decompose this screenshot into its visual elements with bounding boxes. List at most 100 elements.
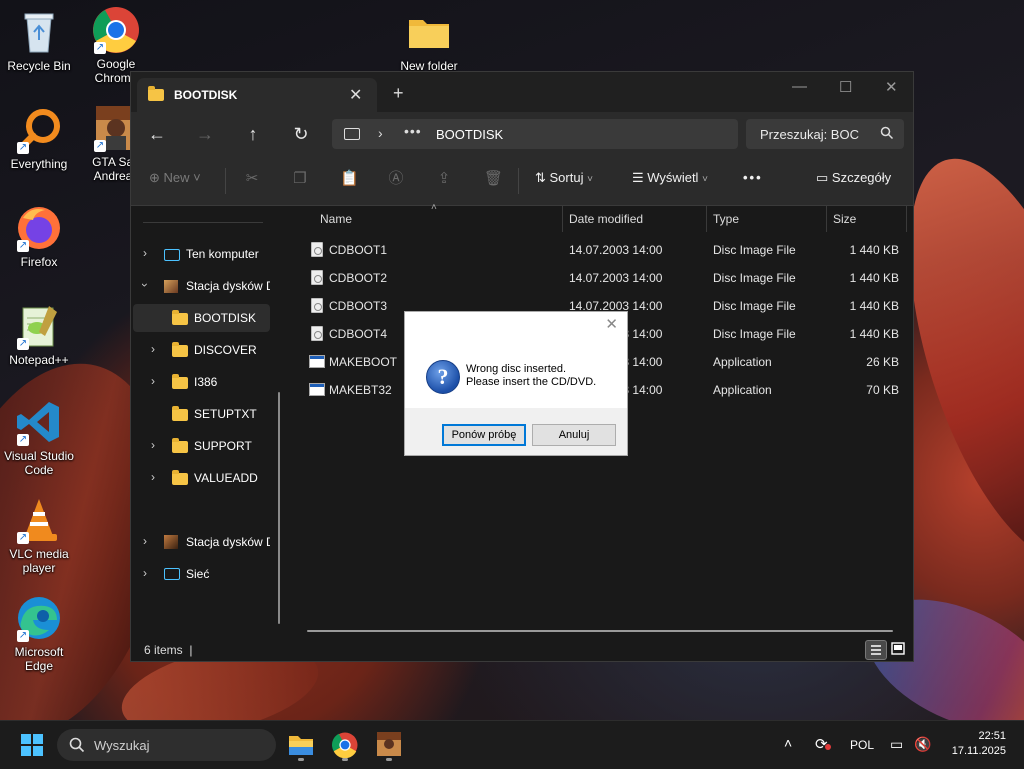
rename-icon[interactable]: Ⓐ	[388, 171, 404, 187]
disc-image-icon	[311, 326, 323, 341]
chevron-right-icon[interactable]: ›	[151, 374, 155, 388]
cancel-button[interactable]: Anuluj	[532, 424, 616, 446]
up-button[interactable]: ↑	[240, 122, 266, 146]
desktop-icon-vlc[interactable]: ↗ VLC media player	[1, 496, 77, 575]
clock-time: 22:51	[978, 730, 1006, 742]
notepadpp-icon: ↗	[15, 302, 63, 350]
forward-button[interactable]: →	[192, 122, 218, 146]
details-view-button[interactable]	[865, 640, 887, 660]
close-window-button[interactable]: ✕	[885, 78, 898, 96]
column-header-type[interactable]: Type	[713, 212, 739, 226]
tab-bootdisk[interactable]: BOOTDISK ✕	[137, 78, 377, 112]
taskbar-chrome[interactable]	[330, 730, 360, 760]
column-header-name[interactable]: Name	[320, 212, 352, 226]
taskbar-file-explorer[interactable]	[286, 730, 316, 760]
desktop-icon-recycle-bin[interactable]: Recycle Bin	[1, 8, 77, 73]
sidebar-item-valueadd[interactable]: › VALUEADD	[133, 464, 270, 492]
folder-icon	[148, 86, 164, 101]
sidebar-label: Ten komputer	[186, 247, 259, 261]
desktop-icon-vscode[interactable]: ↗ Visual Studio Code	[1, 398, 77, 477]
desktop-icon-everything[interactable]: ↗ Everything	[1, 106, 77, 171]
folder-icon	[405, 8, 453, 56]
search-placeholder: Przeszukaj: BOC	[760, 127, 859, 142]
folder-icon	[172, 406, 188, 421]
show-hidden-icons-chevron-up-icon[interactable]: ˄	[784, 735, 792, 751]
taskbar-gta[interactable]	[375, 730, 405, 760]
chevron-right-icon[interactable]: ›	[143, 534, 147, 548]
view-label: Wyświetl	[647, 170, 699, 185]
chevron-right-icon[interactable]: ›	[151, 470, 155, 484]
sidebar-item-i386[interactable]: › I386	[133, 368, 270, 396]
copy-icon[interactable]: ❐	[292, 171, 308, 187]
file-name: MAKEBOOT	[329, 355, 398, 369]
more-path-icon[interactable]: •••	[404, 123, 422, 139]
folder-icon	[172, 470, 188, 485]
back-button[interactable]: ←	[144, 122, 170, 146]
share-icon[interactable]: ⇪	[436, 171, 452, 187]
chevron-right-icon[interactable]: ›	[151, 342, 155, 356]
clock[interactable]: 22:51 17.11.2025	[944, 729, 1006, 759]
sidebar-label: SUPPORT	[194, 439, 252, 453]
clock-date: 17.11.2025	[951, 745, 1006, 757]
sync-status-icon[interactable]: ⟳	[815, 735, 831, 753]
tiles-view-icon	[891, 642, 905, 655]
sidebar-item-this-pc[interactable]: › Ten komputer	[133, 240, 270, 268]
horizontal-scrollbar[interactable]	[307, 630, 893, 632]
details-button[interactable]: ▭ Szczegóły	[816, 170, 891, 186]
file-row[interactable]: CDBOOT2 14.07.2003 14:00 Disc Image File…	[289, 264, 909, 292]
running-indicator	[386, 758, 392, 761]
desktop-icon-edge[interactable]: ↗ Microsoft Edge	[1, 594, 77, 673]
file-date: 14.07.2003 14:00	[569, 243, 663, 257]
desktop-icon-new-folder[interactable]: New folder	[391, 8, 467, 73]
column-header-size[interactable]: Size	[833, 212, 856, 226]
volume-muted-icon[interactable]: 🔇	[914, 736, 931, 753]
sidebar-item-drive-d[interactable]: › Stacja dysków D	[133, 272, 270, 300]
breadcrumb[interactable]: BOOTDISK	[436, 127, 503, 142]
new-tab-button[interactable]: +	[393, 83, 404, 104]
sort-label: Sortuj	[549, 170, 584, 185]
network-icon[interactable]: ▭	[890, 736, 903, 753]
sort-button[interactable]: ⇅ Sortuj ˅	[535, 170, 593, 186]
navigation-pane: › Ten komputer › Stacja dysków D BOOTDIS…	[131, 206, 281, 636]
dialog-close-icon[interactable]: ✕	[605, 315, 618, 333]
close-tab-icon[interactable]: ✕	[349, 85, 362, 105]
chevron-down-icon[interactable]: ›	[138, 283, 152, 287]
sidebar-item-discover[interactable]: › DISCOVER	[133, 336, 270, 364]
file-size: 1 440 KB	[849, 327, 899, 341]
cut-icon[interactable]: ✂	[244, 171, 260, 187]
taskbar-search[interactable]: Wyszukaj	[57, 729, 276, 761]
sidebar-item-network[interactable]: › Sieć	[133, 560, 270, 588]
disc-image-icon	[311, 270, 323, 285]
sidebar-item-setuptxt[interactable]: SETUPTXT	[133, 400, 270, 428]
sidebar-item-drive-d-2[interactable]: › Stacja dysków D	[133, 528, 270, 556]
file-type: Application	[713, 383, 772, 397]
retry-button[interactable]: Ponów próbę	[442, 424, 526, 446]
desktop-icon-notepadpp[interactable]: ↗ Notepad++	[1, 302, 77, 367]
paste-icon[interactable]: 📋	[340, 171, 359, 187]
search-box[interactable]: Przeszukaj: BOC	[746, 119, 904, 149]
maximize-button[interactable]: ☐	[839, 78, 852, 96]
chrome-icon	[331, 732, 358, 759]
start-button[interactable]	[21, 734, 43, 756]
chevron-right-icon[interactable]: ›	[143, 246, 147, 260]
vscode-icon: ↗	[15, 398, 63, 446]
sidebar-scrollbar[interactable]	[278, 392, 280, 624]
minimize-button[interactable]: —	[792, 78, 807, 95]
column-header-date[interactable]: Date modified	[569, 212, 643, 226]
more-options-icon[interactable]: •••	[743, 170, 763, 185]
address-bar[interactable]: › ••• BOOTDISK	[332, 119, 738, 149]
view-button[interactable]: ☰ Wyświetl ˅	[632, 170, 708, 186]
desktop-icon-firefox[interactable]: ↗ Firefox	[1, 204, 77, 269]
refresh-button[interactable]: ↻	[288, 122, 314, 146]
recycle-bin-icon	[15, 8, 63, 56]
delete-icon[interactable]: 🗑	[484, 171, 503, 187]
chevron-right-icon[interactable]: ›	[143, 566, 147, 580]
sidebar-item-bootdisk[interactable]: BOOTDISK	[133, 304, 270, 332]
file-row[interactable]: CDBOOT1 14.07.2003 14:00 Disc Image File…	[289, 236, 909, 264]
chevron-right-icon[interactable]: ›	[151, 438, 155, 452]
new-button[interactable]: ⊕ New ˅	[149, 170, 201, 186]
chrome-icon: ↗	[92, 6, 140, 54]
tiles-view-button[interactable]	[888, 640, 908, 658]
sidebar-item-support[interactable]: › SUPPORT	[133, 432, 270, 460]
language-indicator[interactable]: POL	[850, 738, 874, 752]
